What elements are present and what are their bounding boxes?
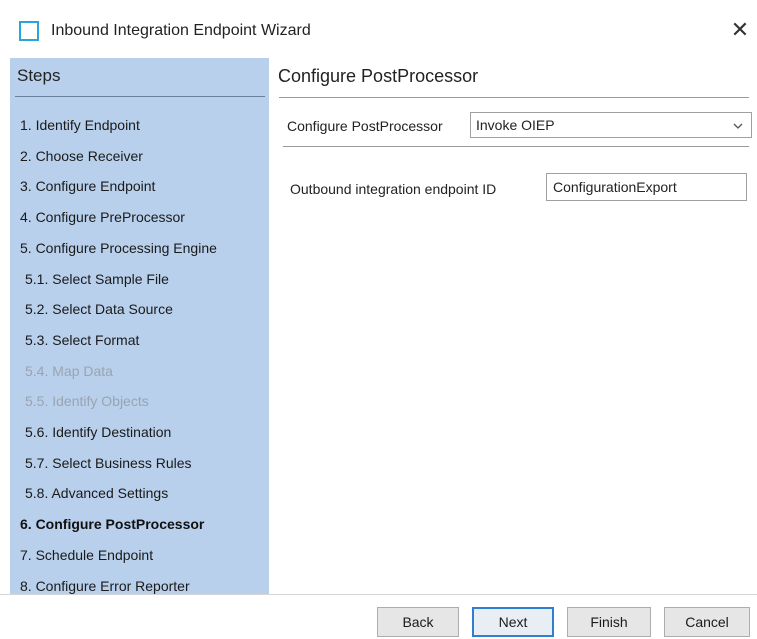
back-button[interactable]: Back (377, 607, 459, 637)
page-title: Configure PostProcessor (278, 66, 479, 86)
step-item: 5.5. Identify Objects (25, 393, 149, 410)
step-item: 1. Identify Endpoint (20, 117, 140, 133)
step-item: 5.6. Identify Destination (25, 424, 172, 440)
cancel-button[interactable]: Cancel (664, 607, 750, 637)
step-item: 5.2. Select Data Source (25, 301, 173, 318)
finish-button[interactable]: Finish (567, 607, 651, 637)
step-item: 6. Configure PostProcessor (20, 516, 205, 533)
steps-sidebar: Steps 1. Identify Endpoint 2. Choose Rece… (10, 58, 269, 594)
step-item: 5.1. Select Sample File (25, 270, 169, 287)
title-divider (279, 97, 749, 98)
next-button[interactable]: Next (472, 607, 554, 637)
oiep-id-label: Outbound integration endpoint ID (290, 181, 497, 197)
title-bar: Inbound Integration Endpoint Wizard ✕ (0, 0, 757, 58)
step-item: 8. Configure Error Reporter (20, 577, 190, 594)
step-item: 5.3. Select Format (25, 331, 140, 348)
oiep-id-input[interactable] (546, 173, 747, 201)
window-frame-icon (19, 21, 39, 41)
step-item: 7. Schedule Endpoint (20, 546, 154, 563)
step-item: 5. Configure Processing Engine (20, 239, 217, 256)
step-item: 2. Choose Receiver (20, 147, 143, 164)
wizard-window: Inbound Integration Endpoint Wizard ✕ St… (0, 0, 757, 639)
window-title: Inbound Integration Endpoint Wizard (51, 22, 311, 39)
step-item: 4. Configure PreProcessor (20, 209, 185, 226)
step-item: 3. Configure Endpoint (20, 178, 156, 195)
steps-divider (15, 96, 265, 97)
step-item: 5.8. Advanced Settings (25, 485, 169, 502)
section-divider (283, 146, 749, 147)
step-item: 5.7. Select Business Rules (25, 454, 192, 471)
postprocessor-select-value: Invoke OIEP (476, 117, 555, 133)
footer-divider (0, 594, 757, 595)
postprocessor-label: Configure PostProcessor (287, 118, 443, 134)
postprocessor-select[interactable]: Invoke OIEP (470, 112, 752, 138)
close-icon[interactable]: ✕ (728, 16, 752, 44)
step-item: 5.4. Map Data (25, 362, 113, 379)
chevron-down-icon[interactable] (729, 113, 747, 137)
steps-header: Steps (17, 66, 61, 85)
